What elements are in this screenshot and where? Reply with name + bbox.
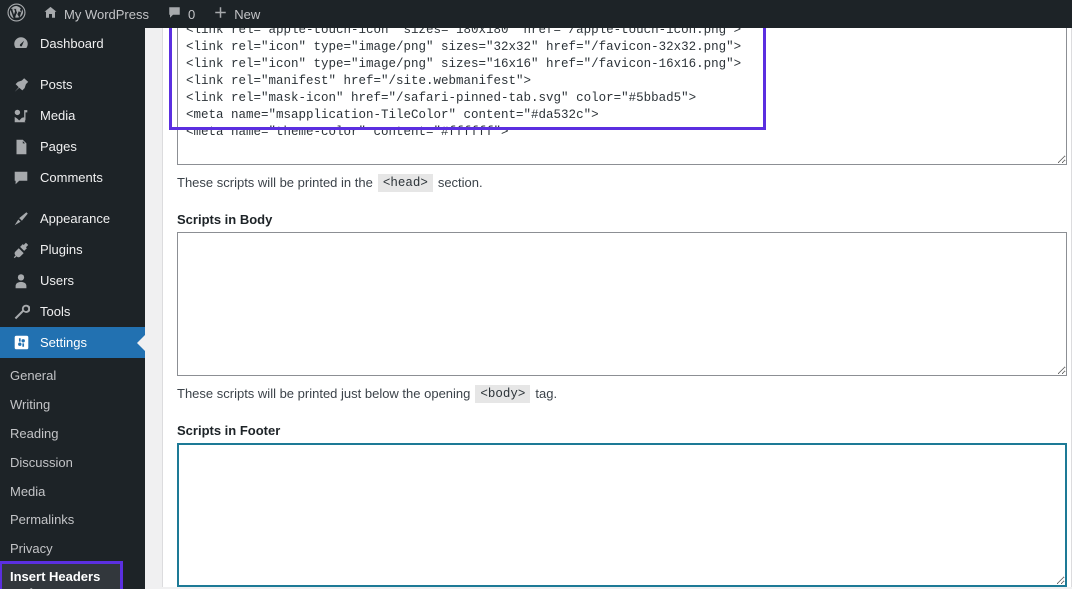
admin-bar: My WordPress 0 New bbox=[0, 0, 1072, 28]
sidebar-item-appearance[interactable]: Appearance bbox=[0, 203, 145, 234]
help-text-before: These scripts will be printed in the bbox=[177, 175, 373, 191]
menu-separator bbox=[0, 193, 145, 203]
field-scripts-in-footer: Scripts in Footer bbox=[177, 419, 1067, 587]
wordpress-logo-button[interactable] bbox=[0, 0, 34, 28]
sidebar-item-label: Users bbox=[40, 273, 74, 288]
scripts-in-footer-textarea[interactable] bbox=[177, 442, 1067, 587]
settings-gear-icon bbox=[10, 333, 32, 353]
wordpress-logo-icon bbox=[7, 3, 26, 25]
sidebar-item-dashboard[interactable]: Dashboard bbox=[0, 28, 145, 59]
menu-separator bbox=[0, 59, 145, 69]
help-text-after: tag. bbox=[535, 386, 558, 402]
card-body: Scripts in Header These scripts will be … bbox=[163, 28, 1071, 587]
body-tag-code: <body> bbox=[475, 384, 531, 403]
comment-bubble-icon bbox=[10, 168, 32, 188]
sidebar-item-label: Dashboard bbox=[40, 36, 104, 51]
field-scripts-in-body: Scripts in Body These scripts will be pr… bbox=[177, 208, 1067, 417]
sidebar-item-comments[interactable]: Comments bbox=[0, 162, 145, 193]
sidebar-item-label: Posts bbox=[40, 77, 73, 92]
scripts-in-body-textarea[interactable] bbox=[177, 231, 1067, 376]
submenu-item-general[interactable]: General bbox=[0, 362, 145, 391]
sidebar-item-users[interactable]: Users bbox=[0, 265, 145, 296]
user-icon bbox=[10, 271, 32, 291]
sidebar-item-pages[interactable]: Pages bbox=[0, 131, 145, 162]
submenu-item-permalinks[interactable]: Permalinks bbox=[0, 506, 145, 535]
home-icon bbox=[43, 5, 58, 23]
scripts-in-header-help: These scripts will be printed in the <he… bbox=[177, 165, 1057, 206]
sidebar-item-plugins[interactable]: Plugins bbox=[0, 234, 145, 265]
site-name-menu[interactable]: My WordPress bbox=[34, 0, 158, 28]
scripts-in-body-label: Scripts in Body bbox=[177, 211, 273, 227]
brush-icon bbox=[10, 209, 32, 229]
submenu-item-discussion[interactable]: Discussion bbox=[0, 449, 145, 478]
sidebar-item-label: Appearance bbox=[40, 211, 111, 226]
sidebar-item-label: Settings bbox=[40, 335, 87, 350]
plug-icon bbox=[10, 240, 32, 260]
pages-icon bbox=[10, 137, 32, 157]
wrench-icon bbox=[10, 302, 32, 322]
comments-count: 0 bbox=[188, 6, 196, 22]
submenu-item-writing[interactable]: Writing bbox=[0, 391, 145, 420]
media-icon bbox=[10, 106, 32, 126]
sidebar-item-label: Media bbox=[40, 108, 76, 123]
sidebar-item-label: Comments bbox=[40, 170, 103, 185]
sidebar-item-posts[interactable]: Posts bbox=[0, 69, 145, 100]
new-content-label: New bbox=[234, 6, 261, 22]
help-text-after: section. bbox=[437, 175, 483, 191]
admin-sidebar-menu: Dashboard Posts Media Pages Comments App… bbox=[0, 28, 145, 589]
comments-menu[interactable]: 0 bbox=[158, 0, 204, 28]
settings-submenu: General Writing Reading Discussion Media… bbox=[0, 358, 145, 589]
comment-bubble-icon bbox=[167, 5, 182, 23]
settings-card: Settings Scripts in Header These scripts… bbox=[162, 28, 1072, 587]
main-content: Insert Headers and Footers » Settings Se… bbox=[145, 28, 1072, 589]
new-content-menu[interactable]: New bbox=[204, 0, 269, 28]
sidebar-item-label: Plugins bbox=[40, 242, 83, 257]
sidebar-item-label: Pages bbox=[40, 139, 77, 154]
plus-icon bbox=[213, 5, 228, 23]
dashboard-icon bbox=[10, 34, 32, 54]
pin-icon bbox=[10, 75, 32, 95]
sidebar-item-media[interactable]: Media bbox=[0, 100, 145, 131]
submenu-item-media[interactable]: Media bbox=[0, 478, 145, 507]
help-text-before: These scripts will be printed just below… bbox=[177, 386, 471, 402]
submenu-item-privacy[interactable]: Privacy bbox=[0, 535, 145, 564]
sidebar-item-label: Tools bbox=[40, 304, 71, 319]
site-name-label: My WordPress bbox=[64, 6, 149, 22]
submenu-item-insert-headers-and-footers[interactable]: Insert Headers and Footers bbox=[2, 564, 120, 589]
head-tag-code: <head> bbox=[377, 173, 433, 192]
sidebar-item-tools[interactable]: Tools bbox=[0, 296, 145, 327]
sidebar-item-settings[interactable]: Settings bbox=[0, 327, 145, 358]
field-scripts-in-header: Scripts in Header These scripts will be … bbox=[177, 28, 1067, 206]
scripts-in-footer-label: Scripts in Footer bbox=[177, 422, 281, 438]
submenu-item-reading[interactable]: Reading bbox=[0, 420, 145, 449]
scripts-in-header-textarea[interactable] bbox=[177, 28, 1067, 165]
scripts-in-body-help: These scripts will be printed just below… bbox=[177, 376, 1057, 417]
